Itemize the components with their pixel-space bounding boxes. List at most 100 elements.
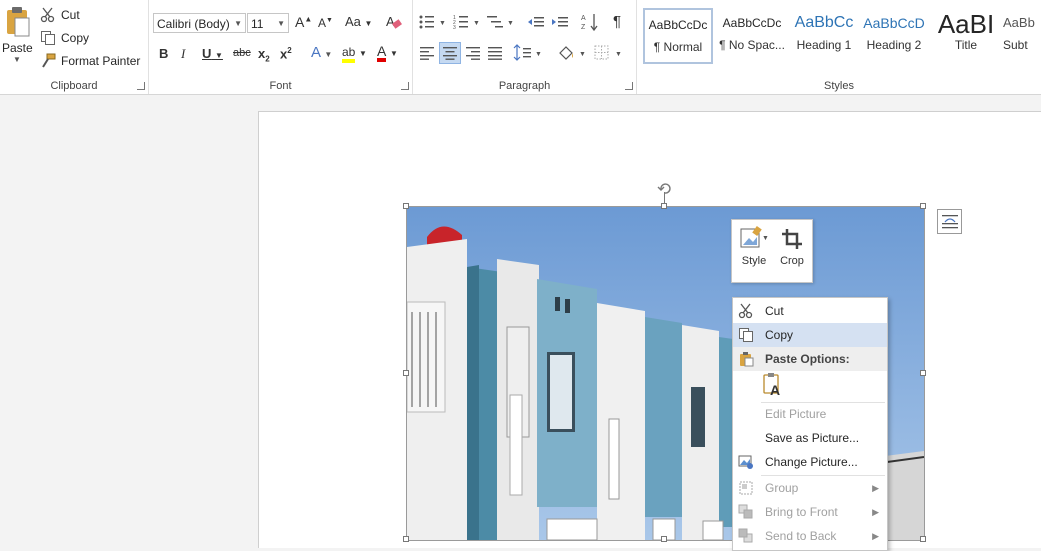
bring-to-front-icon xyxy=(738,504,753,519)
font-size-combo[interactable]: 11 ▼ xyxy=(247,13,289,33)
layout-options-button[interactable] xyxy=(937,209,962,234)
svg-text:▼: ▼ xyxy=(439,20,446,27)
grow-font-icon: A xyxy=(295,14,305,30)
resize-handle[interactable] xyxy=(920,203,926,209)
superscript-button[interactable]: x2 xyxy=(280,46,292,61)
menu-item-label: Paste Options: xyxy=(765,352,850,366)
scissors-icon xyxy=(738,303,753,319)
decrease-indent-icon[interactable] xyxy=(527,14,545,30)
style-subtitle[interactable]: AaBb Subt xyxy=(1003,8,1041,64)
chevron-down-icon: ▼ xyxy=(234,19,242,28)
align-right-icon[interactable] xyxy=(465,46,481,60)
resize-handle[interactable] xyxy=(661,536,667,542)
sort-icon[interactable]: AZ xyxy=(581,12,599,32)
svg-text:Z: Z xyxy=(581,24,586,31)
grow-font-button[interactable]: A▲ xyxy=(295,14,312,30)
style-title[interactable]: AaBI Title xyxy=(931,8,1001,64)
italic-button[interactable]: I xyxy=(181,46,185,62)
borders-icon[interactable]: ▼ xyxy=(593,44,623,62)
justify-icon[interactable] xyxy=(487,46,503,60)
font-name-combo[interactable]: Calibri (Body) ▼ xyxy=(153,13,246,33)
text-effects-button[interactable]: A ▼ xyxy=(311,44,332,61)
style-preview: AaBbCcDc xyxy=(722,16,782,30)
crop-button[interactable]: Crop xyxy=(774,226,810,267)
cut-button[interactable]: Cut xyxy=(40,7,80,23)
numbering-icon[interactable]: 123▼ xyxy=(453,14,481,30)
bullets-icon[interactable]: ▼ xyxy=(419,14,447,30)
menu-item-copy[interactable]: Copy xyxy=(733,323,887,347)
rotate-icon[interactable] xyxy=(657,181,673,195)
change-case-button[interactable]: Aa ▼ xyxy=(345,14,372,29)
font-size-value: 11 xyxy=(251,17,264,31)
menu-item-cut[interactable]: Cut xyxy=(733,299,887,323)
copy-icon xyxy=(739,328,753,342)
align-center-button[interactable] xyxy=(439,42,461,64)
crop-icon xyxy=(782,229,802,249)
align-left-icon[interactable] xyxy=(419,46,435,60)
crop-label: Crop xyxy=(780,255,804,267)
menu-header-paste-options: Paste Options: xyxy=(733,347,887,371)
clipboard-group-label: Clipboard xyxy=(50,80,98,92)
picture-style-icon: ▼ xyxy=(740,226,769,248)
shrink-font-button[interactable]: A▼ xyxy=(318,16,333,30)
bold-button[interactable]: B xyxy=(159,46,168,61)
italic-icon: I xyxy=(181,46,186,61)
picture-style-button[interactable]: ▼ Style xyxy=(736,226,772,267)
menu-item-change-picture[interactable]: Change Picture... xyxy=(733,450,887,474)
submenu-arrow-icon: ▶ xyxy=(872,483,879,493)
shading-icon[interactable]: ▼ xyxy=(557,44,587,62)
multilevel-list-icon[interactable]: ▼ xyxy=(487,14,515,30)
paste-text-only-icon: A xyxy=(763,373,780,398)
clipboard-launcher-icon[interactable] xyxy=(137,82,145,90)
line-spacing-icon[interactable]: ▼ xyxy=(513,44,543,62)
cut-label: Cut xyxy=(61,8,80,22)
svg-text:▼: ▼ xyxy=(762,235,769,242)
clear-formatting-icon: A xyxy=(386,14,402,29)
menu-item-bring-to-front[interactable]: Bring to Front ▶ xyxy=(733,500,887,524)
font-launcher-icon[interactable] xyxy=(401,82,409,90)
highlight-icon: ab xyxy=(342,45,356,63)
resize-handle[interactable] xyxy=(403,370,409,376)
svg-text:3: 3 xyxy=(453,25,456,30)
style-heading-1[interactable]: AaBbCc Heading 1 xyxy=(789,8,859,64)
style-no-spacing[interactable]: AaBbCcDc ¶ No Spac... xyxy=(717,8,787,64)
subscript-button[interactable]: x2 xyxy=(258,46,270,64)
paste-button[interactable]: Paste ▼ xyxy=(2,6,33,72)
highlight-button[interactable]: ab ▼ xyxy=(342,44,367,63)
paragraph-launcher-icon[interactable] xyxy=(625,82,633,90)
svg-text:A: A xyxy=(581,15,586,22)
increase-indent-icon[interactable] xyxy=(551,14,569,30)
style-normal[interactable]: AaBbCcDc ¶ Normal xyxy=(643,8,713,64)
format-painter-button[interactable]: Format Painter xyxy=(40,53,140,69)
resize-handle[interactable] xyxy=(920,536,926,542)
resize-handle[interactable] xyxy=(403,536,409,542)
show-formatting-marks-icon[interactable]: ¶ xyxy=(613,13,621,30)
text-effects-icon: A xyxy=(311,44,321,61)
menu-item-send-to-back[interactable]: Send to Back ▶ xyxy=(733,524,887,548)
align-center-icon xyxy=(443,47,457,60)
submenu-arrow-icon: ▶ xyxy=(872,507,879,517)
menu-item-label: Change Picture... xyxy=(765,455,858,469)
menu-item-group[interactable]: Group ▶ xyxy=(733,476,887,500)
clear-formatting-button[interactable]: A xyxy=(385,13,403,34)
svg-text:▼: ▼ xyxy=(507,20,514,27)
menu-item-save-as-picture[interactable]: Save as Picture... xyxy=(733,426,887,450)
font-color-button[interactable]: A ▼ xyxy=(377,44,398,62)
svg-text:A: A xyxy=(386,14,395,29)
bold-icon: B xyxy=(159,46,169,61)
underline-button[interactable]: U ▼ xyxy=(202,46,223,61)
resize-handle[interactable] xyxy=(403,203,409,209)
svg-text:▼: ▼ xyxy=(579,51,586,58)
strikethrough-button[interactable]: abc xyxy=(233,47,251,59)
copy-button[interactable]: Copy xyxy=(40,30,89,46)
menu-item-label: Save as Picture... xyxy=(765,431,860,445)
svg-text:A: A xyxy=(770,382,780,398)
style-name: Heading 1 xyxy=(796,38,852,52)
style-heading-2[interactable]: AaBbCcD Heading 2 xyxy=(859,8,929,64)
change-case-icon: Aa xyxy=(345,14,361,29)
paste-icon xyxy=(740,352,754,367)
paste-dropdown-icon[interactable]: ▼ xyxy=(2,55,32,64)
menu-item-edit-picture[interactable]: Edit Picture xyxy=(733,402,887,426)
paste-keep-text-button[interactable]: A xyxy=(761,371,787,399)
resize-handle[interactable] xyxy=(920,370,926,376)
